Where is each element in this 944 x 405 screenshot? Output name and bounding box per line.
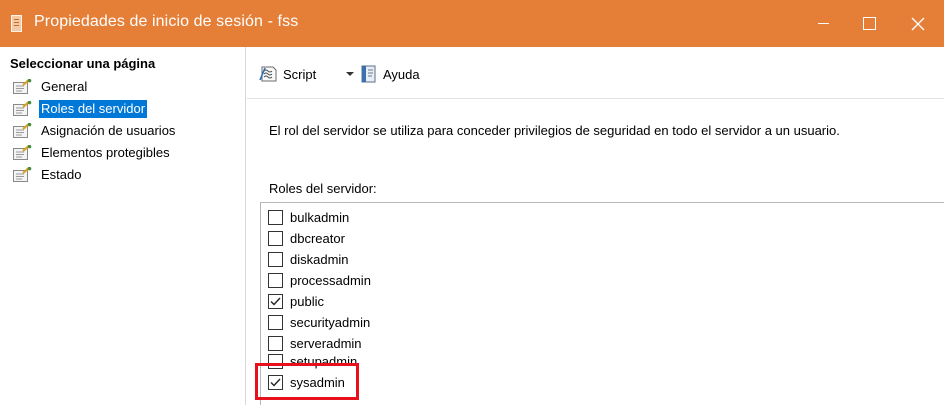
- role-name: dbcreator: [290, 231, 345, 246]
- role-name: serveradmin: [290, 336, 362, 351]
- page-item-label: Elementos protegibles: [41, 145, 170, 160]
- role-checkbox[interactable]: [268, 354, 283, 369]
- page-list: General Roles del servidor Asignación de…: [11, 78, 177, 188]
- close-button[interactable]: [895, 0, 941, 47]
- chevron-down-icon: [346, 72, 354, 76]
- page-item-securables[interactable]: Elementos protegibles: [11, 144, 177, 166]
- page-item-label: General: [41, 79, 88, 94]
- maximize-button[interactable]: [846, 0, 892, 47]
- page-item-server-roles[interactable]: Roles del servidor: [11, 100, 177, 122]
- role-name: bulkadmin: [290, 210, 350, 225]
- script-dropdown-button[interactable]: [344, 63, 356, 85]
- role-name: diskadmin: [290, 252, 349, 267]
- role-name: public: [290, 294, 324, 309]
- page-item-label: Roles del servidor: [39, 100, 148, 118]
- role-name: sysadmin: [290, 375, 345, 390]
- server-roles-list[interactable]: bulkadmin dbcreator diskadmin processadm…: [260, 202, 944, 405]
- role-checkbox[interactable]: [268, 294, 283, 309]
- login-properties-window: Propiedades de inicio de sesión - fss Se…: [0, 0, 944, 405]
- role-checkbox[interactable]: [268, 336, 283, 351]
- role-checkbox[interactable]: [268, 231, 283, 246]
- script-icon: [259, 66, 277, 82]
- role-checkbox[interactable]: [268, 210, 283, 225]
- close-icon: [911, 17, 925, 30]
- role-dbcreator[interactable]: dbcreator: [268, 228, 345, 249]
- page-item-user-mapping[interactable]: Asignación de usuarios: [11, 122, 177, 144]
- window-app-icon: [11, 15, 22, 32]
- page-wrench-icon: [13, 123, 32, 138]
- title-bar[interactable]: Propiedades de inicio de sesión - fss: [0, 0, 944, 47]
- page-wrench-icon: [13, 79, 32, 94]
- role-public[interactable]: public: [268, 291, 324, 312]
- role-processadmin[interactable]: processadmin: [268, 270, 371, 291]
- role-securityadmin[interactable]: securityadmin: [268, 312, 370, 333]
- role-checkbox[interactable]: [268, 252, 283, 267]
- script-button[interactable]: Script: [259, 63, 316, 85]
- role-name: setupadmin: [290, 354, 358, 369]
- role-name: securityadmin: [290, 315, 371, 330]
- page-item-label: Asignación de usuarios: [41, 123, 176, 138]
- role-bulkadmin[interactable]: bulkadmin: [268, 207, 349, 228]
- role-checkbox[interactable]: [268, 273, 283, 288]
- server-roles-heading: Roles del servidor:: [269, 181, 377, 196]
- role-name: processadmin: [290, 273, 371, 288]
- help-button[interactable]: Ayuda: [359, 63, 420, 85]
- help-book-icon: [361, 65, 376, 83]
- role-checkbox[interactable]: [268, 315, 283, 330]
- page-wrench-icon: [13, 145, 32, 160]
- script-label: Script: [283, 66, 317, 82]
- page-item-status[interactable]: Estado: [11, 166, 177, 188]
- role-setupadmin[interactable]: setupadmin: [268, 351, 357, 372]
- page-wrench-icon: [13, 101, 32, 116]
- page-wrench-icon: [13, 167, 32, 182]
- checkmark-icon: [270, 378, 281, 387]
- page-item-general[interactable]: General: [11, 78, 177, 100]
- minimize-button[interactable]: [800, 0, 846, 47]
- server-role-description: El rol del servidor se utiliza para conc…: [269, 123, 840, 138]
- role-sysadmin[interactable]: sysadmin: [268, 372, 345, 393]
- select-page-header: Seleccionar una página: [10, 56, 156, 71]
- role-diskadmin[interactable]: diskadmin: [268, 249, 349, 270]
- help-label: Ayuda: [383, 66, 420, 82]
- toolbar: Script Ayuda: [247, 47, 944, 99]
- window-title: Propiedades de inicio de sesión - fss: [34, 13, 299, 30]
- role-checkbox[interactable]: [268, 375, 283, 390]
- page-item-label: Estado: [41, 167, 82, 182]
- checkmark-icon: [270, 297, 281, 306]
- select-page-pane: Seleccionar una página General Roles del…: [0, 47, 246, 405]
